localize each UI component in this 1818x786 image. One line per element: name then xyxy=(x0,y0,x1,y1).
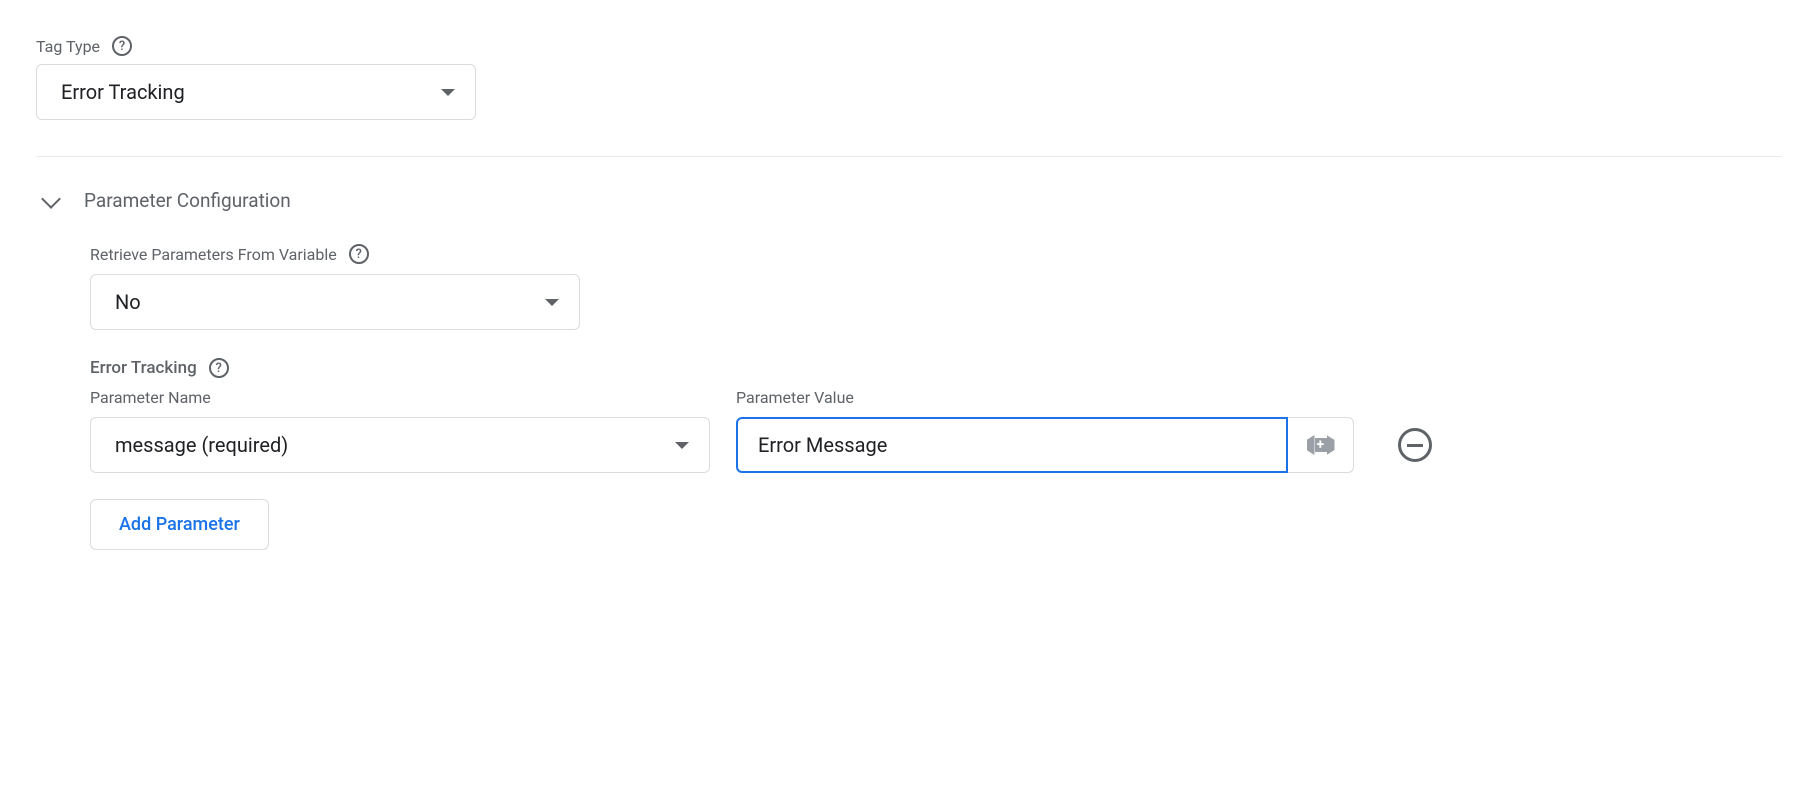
retrieve-params-label: Retrieve Parameters From Variable xyxy=(90,245,337,264)
parameter-name-value: message (required) xyxy=(115,433,288,457)
parameter-configuration-header[interactable]: Parameter Configuration xyxy=(36,189,1782,212)
tag-type-label: Tag Type xyxy=(36,37,100,56)
parameter-name-label: Parameter Name xyxy=(90,388,710,407)
minus-icon xyxy=(1407,444,1423,447)
caret-down-icon xyxy=(545,299,559,306)
help-icon[interactable]: ? xyxy=(349,244,369,264)
caret-down-icon xyxy=(441,89,455,96)
variable-picker-button[interactable]: + xyxy=(1288,417,1354,473)
chevron-down-icon xyxy=(44,194,58,208)
divider xyxy=(36,156,1782,157)
retrieve-params-select[interactable]: No xyxy=(90,274,580,330)
parameter-name-select[interactable]: message (required) xyxy=(90,417,710,473)
help-icon[interactable]: ? xyxy=(112,36,132,56)
error-tracking-label: Error Tracking xyxy=(90,358,197,378)
retrieve-params-value: No xyxy=(115,290,141,314)
add-parameter-button[interactable]: Add Parameter xyxy=(90,499,269,550)
help-icon[interactable]: ? xyxy=(209,358,229,378)
tag-type-select[interactable]: Error Tracking xyxy=(36,64,476,120)
tag-type-value: Error Tracking xyxy=(61,80,185,104)
parameter-configuration-title: Parameter Configuration xyxy=(84,189,291,212)
caret-down-icon xyxy=(675,442,689,449)
variable-icon: + xyxy=(1307,435,1335,455)
remove-parameter-button[interactable] xyxy=(1398,428,1432,462)
parameter-value-input[interactable] xyxy=(736,417,1288,473)
parameter-row: Parameter Name message (required) Parame… xyxy=(90,388,1782,473)
parameter-value-label: Parameter Value xyxy=(736,388,1354,407)
